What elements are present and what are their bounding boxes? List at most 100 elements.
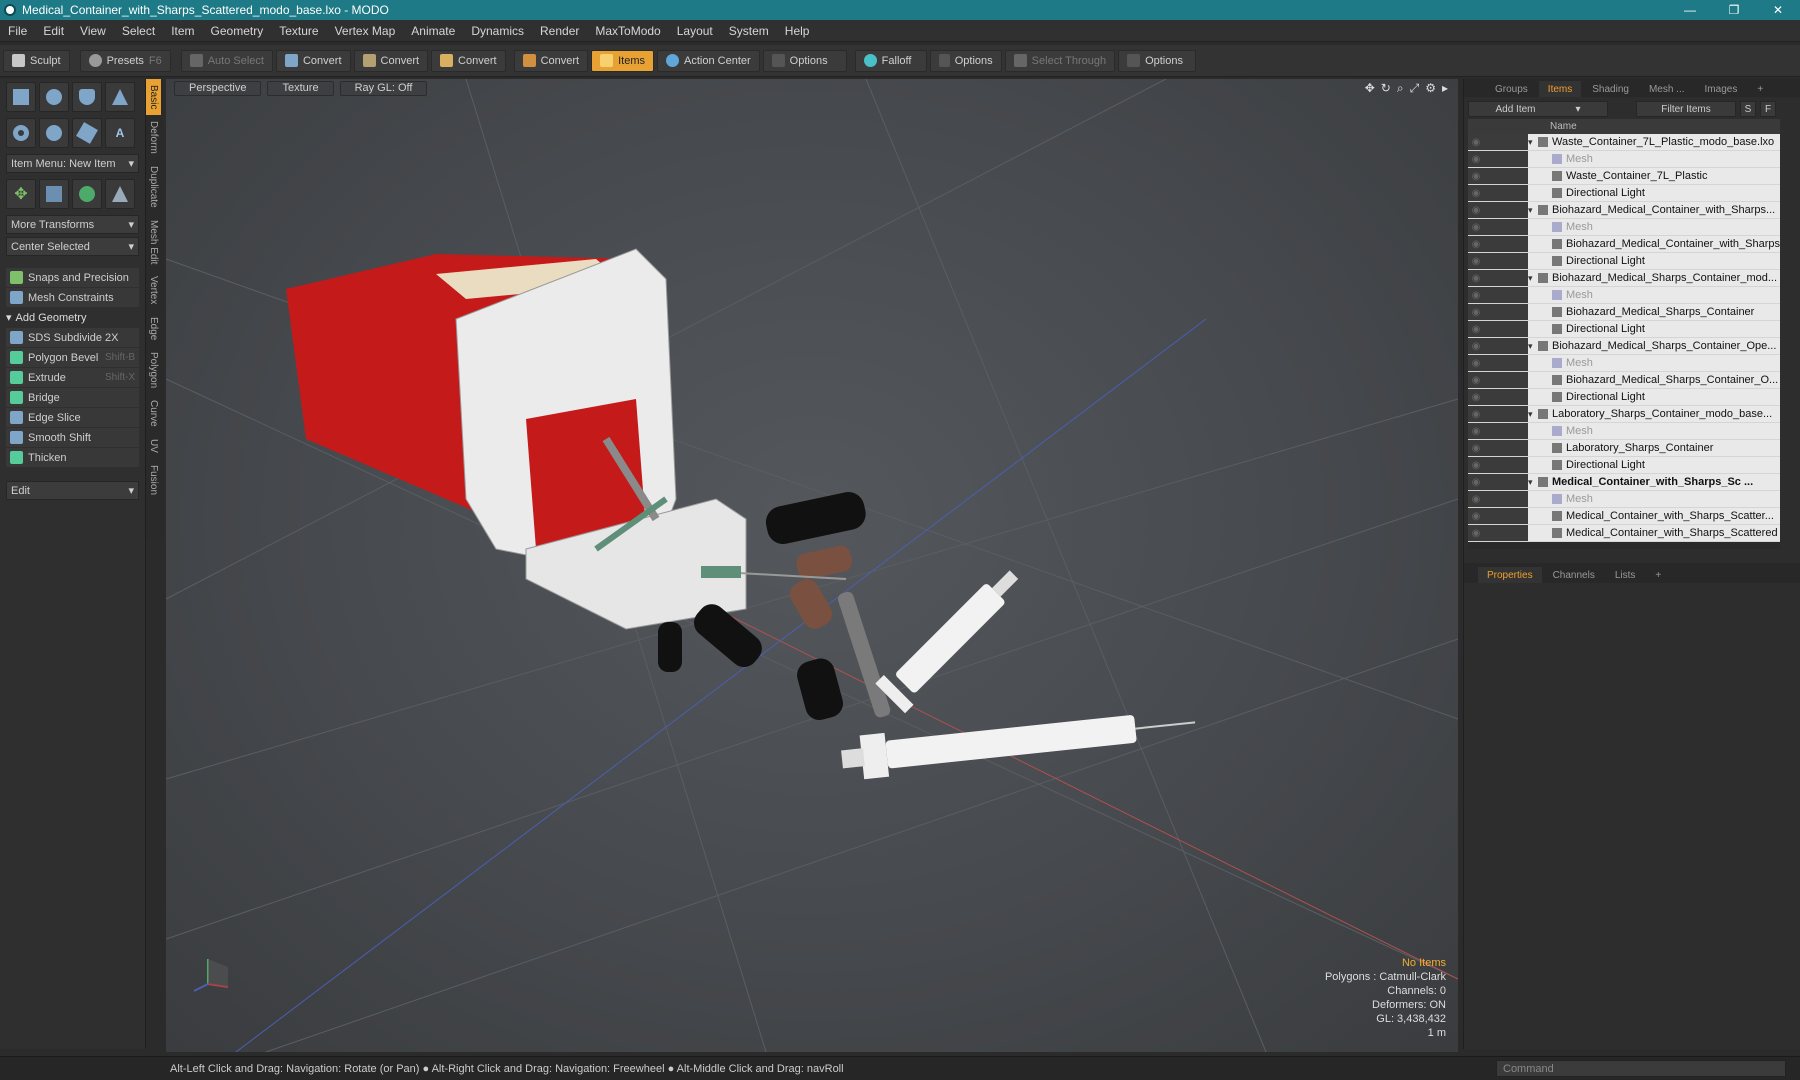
perspective-dropdown[interactable]: Perspective xyxy=(174,80,262,96)
menu-dynamics[interactable]: Dynamics xyxy=(463,24,532,38)
tree-row[interactable]: ◉ Biohazard_Medical_Container_with_Sharps xyxy=(1468,236,1780,253)
presets-button[interactable]: Presets F6 xyxy=(79,49,171,72)
tool-thicken[interactable]: Thicken xyxy=(6,448,139,467)
expand-triangle-icon[interactable]: ▾ xyxy=(1528,409,1534,420)
torus-button[interactable] xyxy=(6,118,36,148)
row-visibility[interactable]: ◉ xyxy=(1468,372,1528,388)
tab-uv[interactable]: UV xyxy=(146,433,161,459)
tree-row[interactable]: ◉ Mesh xyxy=(1468,151,1780,168)
eye-icon[interactable]: ◉ xyxy=(1468,256,1484,267)
cube-button[interactable] xyxy=(6,82,36,112)
tree-row[interactable]: ◉ Medical_Container_with_Sharps_Scatter..… xyxy=(1468,508,1780,525)
eye-icon[interactable]: ◉ xyxy=(1468,273,1484,284)
scale-button[interactable] xyxy=(39,179,69,209)
tab-vertex[interactable]: Vertex xyxy=(146,270,161,310)
menu-maxtomodo[interactable]: MaxToModo xyxy=(587,24,668,38)
sphere-button[interactable] xyxy=(39,82,69,112)
capsule-button[interactable] xyxy=(39,118,69,148)
tab-images[interactable]: Images xyxy=(1696,81,1747,97)
tree-row[interactable]: ◉ ▾ Waste_Container_7L_Plastic_modo_base.l… xyxy=(1468,134,1780,151)
row-visibility[interactable]: ◉ xyxy=(1468,236,1528,252)
convert-button-4[interactable]: Convert xyxy=(513,49,589,72)
row-visibility[interactable]: ◉ xyxy=(1468,474,1528,490)
menu-edit[interactable]: Edit xyxy=(35,24,72,38)
tree-row[interactable]: ◉ Directional Light xyxy=(1468,389,1780,406)
eye-icon[interactable]: ◉ xyxy=(1468,528,1484,539)
tool-extrude[interactable]: Extrude Shift-X xyxy=(6,368,139,387)
row-visibility[interactable]: ◉ xyxy=(1468,287,1528,303)
tab-fusion[interactable]: Fusion xyxy=(146,459,161,501)
tree-row[interactable]: ◉ ▾ Biohazard_Medical_Sharps_Container_Ope… xyxy=(1468,338,1780,355)
row-visibility[interactable]: ◉ xyxy=(1468,202,1528,218)
tab-items[interactable]: Items xyxy=(1538,81,1582,97)
menu-vertex-map[interactable]: Vertex Map xyxy=(327,24,404,38)
tree-row[interactable]: ◉ Directional Light xyxy=(1468,457,1780,474)
menu-file[interactable]: File xyxy=(0,24,35,38)
falloff-button[interactable]: Falloff xyxy=(854,49,927,72)
eye-icon[interactable]: ◉ xyxy=(1468,324,1484,335)
eye-icon[interactable]: ◉ xyxy=(1468,426,1484,437)
eye-icon[interactable]: ◉ xyxy=(1468,409,1484,420)
tab-lists[interactable]: Lists xyxy=(1606,567,1645,583)
menu-texture[interactable]: Texture xyxy=(271,24,326,38)
row-visibility[interactable]: ◉ xyxy=(1468,491,1528,507)
pen-button[interactable] xyxy=(72,118,102,148)
row-visibility[interactable]: ◉ xyxy=(1468,406,1528,422)
eye-icon[interactable]: ◉ xyxy=(1468,511,1484,522)
auto-select-button[interactable]: Auto Select xyxy=(180,49,273,72)
eye-icon[interactable]: ◉ xyxy=(1468,392,1484,403)
eye-icon[interactable]: ◉ xyxy=(1468,171,1484,182)
eye-icon[interactable]: ◉ xyxy=(1468,154,1484,165)
tree-row[interactable]: ◉ Mesh xyxy=(1468,491,1780,508)
tree-row[interactable]: ◉ Biohazard_Medical_Sharps_Container xyxy=(1468,304,1780,321)
tab-basic[interactable]: Basic xyxy=(146,79,161,116)
tree-row[interactable]: ◉ ▾ Biohazard_Medical_Sharps_Container_mod… xyxy=(1468,270,1780,287)
row-visibility[interactable]: ◉ xyxy=(1468,440,1528,456)
tab-curve[interactable]: Curve xyxy=(146,394,161,433)
options-button-3[interactable]: Options xyxy=(1118,49,1197,72)
menu-render[interactable]: Render xyxy=(532,24,587,38)
add-geometry-header[interactable]: ▾ Add Geometry xyxy=(6,309,139,326)
item-menu-dropdown[interactable]: Item Menu: New Item ▾ xyxy=(6,154,139,173)
action-center-button[interactable]: Action Center xyxy=(657,49,760,72)
row-visibility[interactable]: ◉ xyxy=(1468,338,1528,354)
pan-icon[interactable]: ✥ xyxy=(1365,81,1375,96)
select-through-button[interactable]: Select Through xyxy=(1004,49,1116,72)
tree-row[interactable]: ◉ ▾ Laboratory_Sharps_Container_modo_base.… xyxy=(1468,406,1780,423)
more-transforms-dropdown[interactable]: More Transforms ▾ xyxy=(6,215,139,234)
menu-geometry[interactable]: Geometry xyxy=(203,24,272,38)
row-visibility[interactable]: ◉ xyxy=(1468,304,1528,320)
tool-smooth-shift[interactable]: Smooth Shift xyxy=(6,428,139,447)
tree-row[interactable]: ◉ ▾ Medical_Container_with_Sharps_Sc ... xyxy=(1468,474,1780,491)
options-button-1[interactable]: Options xyxy=(762,49,847,72)
tab-duplicate[interactable]: Duplicate xyxy=(146,160,161,214)
tab-mesh[interactable]: Mesh ... xyxy=(1640,81,1694,97)
tree-row[interactable]: ◉ Mesh xyxy=(1468,219,1780,236)
3d-viewport[interactable]: Perspective Texture Ray GL: Off ✥ ↻ ⌕ ⤢ … xyxy=(166,79,1458,1052)
search-option-button[interactable]: S xyxy=(1740,101,1756,117)
eye-icon[interactable]: ◉ xyxy=(1468,375,1484,386)
row-visibility[interactable]: ◉ xyxy=(1468,355,1528,371)
eye-icon[interactable]: ◉ xyxy=(1468,494,1484,505)
snaps-precision-button[interactable]: Snaps and Precision xyxy=(6,268,139,287)
eye-icon[interactable]: ◉ xyxy=(1468,222,1484,233)
row-visibility[interactable]: ◉ xyxy=(1468,134,1528,150)
zoom-icon[interactable]: ⌕ xyxy=(1397,81,1404,96)
row-visibility[interactable]: ◉ xyxy=(1468,151,1528,167)
eye-icon[interactable]: ◉ xyxy=(1468,137,1484,148)
tree-row[interactable]: ◉ ▾ Biohazard_Medical_Container_with_Sharp… xyxy=(1468,202,1780,219)
expand-triangle-icon[interactable]: ▾ xyxy=(1528,205,1534,216)
raygl-dropdown[interactable]: Ray GL: Off xyxy=(339,80,428,96)
tool-polygon-bevel[interactable]: Polygon Bevel Shift-B xyxy=(6,348,139,367)
add-tab-icon[interactable]: + xyxy=(1748,81,1772,97)
tool-sds-subdivide[interactable]: SDS Subdivide 2X xyxy=(6,328,139,347)
items-mode-button[interactable]: Items xyxy=(591,49,655,72)
mesh-constraints-button[interactable]: Mesh Constraints xyxy=(6,288,139,307)
add-tab-icon[interactable]: + xyxy=(1646,567,1670,583)
command-input[interactable]: Command xyxy=(1496,1060,1786,1077)
row-visibility[interactable]: ◉ xyxy=(1468,389,1528,405)
row-visibility[interactable]: ◉ xyxy=(1468,423,1528,439)
eye-icon[interactable]: ◉ xyxy=(1468,307,1484,318)
row-visibility[interactable]: ◉ xyxy=(1468,525,1528,541)
gear-icon[interactable]: ⚙ xyxy=(1425,81,1436,96)
